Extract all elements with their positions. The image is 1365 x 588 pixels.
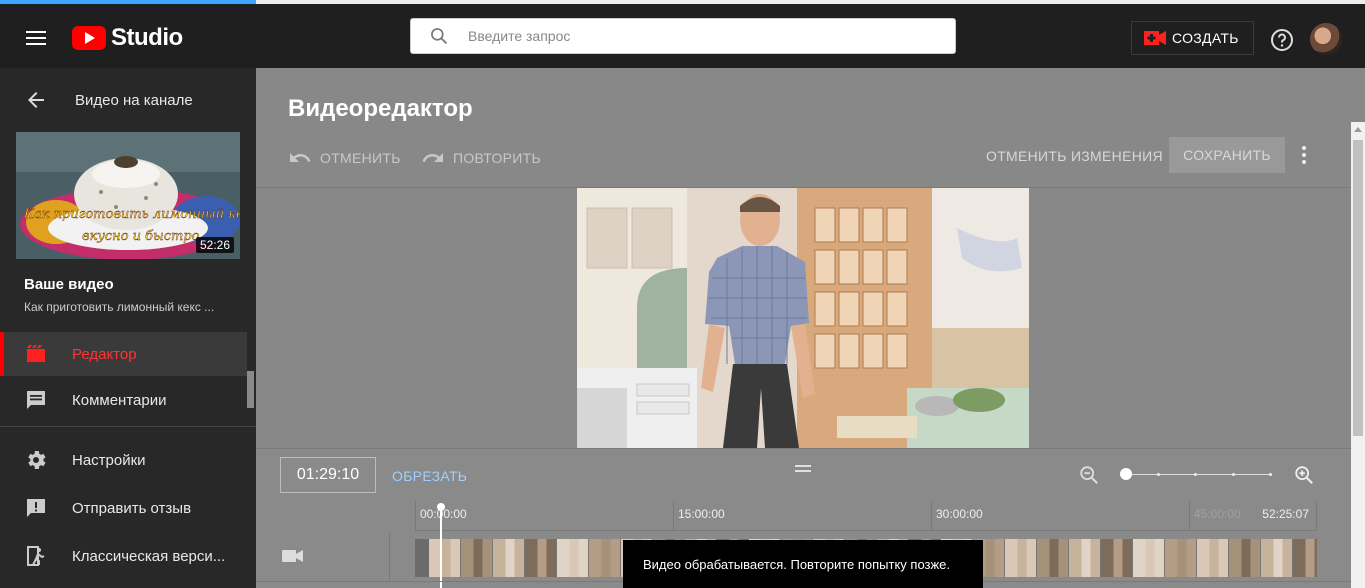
video-camera-add-icon (1144, 31, 1166, 45)
search-box[interactable] (410, 18, 956, 54)
arrow-back-icon (28, 92, 44, 108)
ruler-mark: 45:00:00 (1194, 507, 1241, 521)
zoom-in-icon[interactable] (1293, 464, 1315, 486)
thumbnail-caption-line2: вкусно и быстро (82, 229, 200, 244)
scroll-up-arrow-icon[interactable] (1354, 127, 1362, 132)
filmstrip-frame (525, 539, 557, 577)
sidebar-divider (0, 426, 256, 427)
help-icon[interactable] (1270, 28, 1294, 52)
video-frame-image (577, 188, 1029, 448)
zoom-slider-knob[interactable] (1120, 468, 1132, 480)
filmstrip-frame (429, 539, 461, 577)
drag-handle-icon[interactable] (795, 465, 811, 472)
filmstrip-frame (493, 539, 525, 577)
more-vert-icon[interactable] (1296, 145, 1312, 165)
video-track-header (256, 533, 390, 581)
sidebar-item-settings[interactable]: Настройки (0, 438, 247, 482)
sidebar-item-label: Комментарии (72, 391, 167, 409)
thumbnail-caption-line1: Как приготовить лимонный кекс (23, 207, 240, 222)
scrollbar-thumb[interactable] (1353, 140, 1363, 436)
undo-button[interactable]: ОТМЕНИТЬ (288, 146, 401, 170)
undo-icon (290, 153, 311, 162)
filmstrip-frame (1293, 539, 1317, 577)
ruler-mark: 15:00:00 (678, 507, 725, 521)
youtube-play-icon (72, 26, 106, 50)
search-input[interactable] (468, 28, 928, 44)
redo-icon (422, 153, 443, 162)
undo-label: ОТМЕНИТЬ (320, 150, 401, 166)
account-avatar[interactable] (1310, 23, 1342, 55)
video-preview[interactable] (577, 188, 1029, 448)
filmstrip-frame (1037, 539, 1069, 577)
main-scrollbar[interactable] (1351, 122, 1365, 588)
filmstrip-frame (461, 539, 493, 577)
snackbar-toast: Видео обрабатывается. Повторите попытку … (623, 540, 983, 588)
ruler-tick (415, 501, 416, 531)
filmstrip-frame (1197, 539, 1229, 577)
sidebar-scrollbar[interactable] (247, 371, 254, 408)
filmstrip-frame (1165, 539, 1197, 577)
zoom-slider-tick (1269, 473, 1272, 476)
back-label: Видео на канале (75, 91, 193, 109)
sidebar: Видео на канале Как приготовить лимонный… (0, 68, 256, 588)
sidebar-item-classic[interactable]: Классическая верси... (0, 534, 247, 578)
page-title: Видеоредактор (288, 95, 473, 122)
sidebar-item-editor[interactable]: Редактор (0, 332, 247, 376)
sidebar-item-label: Отправить отзыв (72, 499, 192, 517)
create-button[interactable]: СОЗДАТЬ (1131, 21, 1254, 55)
comment-icon (27, 391, 45, 409)
current-time-field[interactable]: 01:29:10 (280, 457, 376, 493)
sidebar-item-feedback[interactable]: Отправить отзыв (0, 486, 247, 530)
clapperboard-icon (27, 345, 45, 362)
create-button-label: СОЗДАТЬ (1172, 30, 1239, 46)
timeline-ruler: 00:00:00 15:00:00 30:00:00 45:00:00 52:2… (415, 501, 1317, 531)
gear-icon (28, 451, 46, 469)
top-bar: Studio СОЗДАТЬ (0, 0, 1365, 68)
trim-button[interactable]: ОБРЕЗАТЬ (392, 468, 467, 484)
ruler-tick (1316, 501, 1317, 531)
hamburger-menu-icon[interactable] (24, 26, 48, 50)
discard-changes-button[interactable]: ОТМЕНИТЬ ИЗМЕНЕНИЯ (986, 148, 1163, 164)
logo-text: Studio (111, 24, 183, 51)
ruler-end-time: 52:25:07 (1262, 507, 1309, 521)
filmstrip-frame (1005, 539, 1037, 577)
zoom-slider-tick (1232, 473, 1235, 476)
back-to-channel-videos[interactable]: Видео на канале (0, 82, 256, 118)
ruler-tick (1189, 501, 1190, 531)
filmstrip-frame (1261, 539, 1293, 577)
playhead[interactable] (437, 503, 445, 588)
youtube-studio-logo[interactable]: Studio (72, 22, 183, 54)
zoom-slider-tick (1157, 473, 1160, 476)
zoom-slider-tick (1194, 473, 1197, 476)
filmstrip-frame (589, 539, 621, 577)
save-button[interactable]: СОХРАНИТЬ (1169, 137, 1285, 173)
loading-bar (0, 0, 256, 4)
feedback-icon (27, 499, 45, 517)
sidebar-item-label: Настройки (72, 451, 146, 469)
your-video-heading: Ваше видео (24, 276, 114, 293)
ruler-tick (673, 501, 674, 531)
filmstrip-frame (1229, 539, 1261, 577)
classic-exit-icon (27, 546, 45, 566)
redo-label: ПОВТОРИТЬ (453, 150, 542, 166)
zoom-slider[interactable] (1120, 468, 1272, 480)
app-root: Studio СОЗДАТЬ Видео на кан (0, 0, 1365, 588)
videocam-icon (282, 550, 303, 562)
filmstrip-frame (1101, 539, 1133, 577)
redo-button[interactable]: ПОВТОРИТЬ (421, 146, 541, 170)
video-duration-badge: 52:26 (195, 237, 234, 253)
sidebar-item-label: Редактор (72, 345, 137, 363)
sidebar-item-comments[interactable]: Комментарии (0, 378, 247, 422)
filmstrip-frame (1133, 539, 1165, 577)
zoom-out-icon[interactable] (1078, 464, 1100, 486)
video-thumbnail[interactable]: Как приготовить лимонный кекс вкусно и б… (16, 132, 240, 259)
ruler-tick (931, 501, 932, 531)
filmstrip-frame (1069, 539, 1101, 577)
video-title-subtitle: Как приготовить лимонный кекс ... (24, 300, 215, 314)
filmstrip-frame (557, 539, 589, 577)
search-icon (431, 28, 448, 45)
ruler-mark: 30:00:00 (936, 507, 983, 521)
editor-main: Видеоредактор ОТМЕНИТЬ ПОВТОРИТЬ ОТМЕНИТ… (256, 68, 1365, 588)
sidebar-item-label: Классическая верси... (72, 547, 226, 565)
